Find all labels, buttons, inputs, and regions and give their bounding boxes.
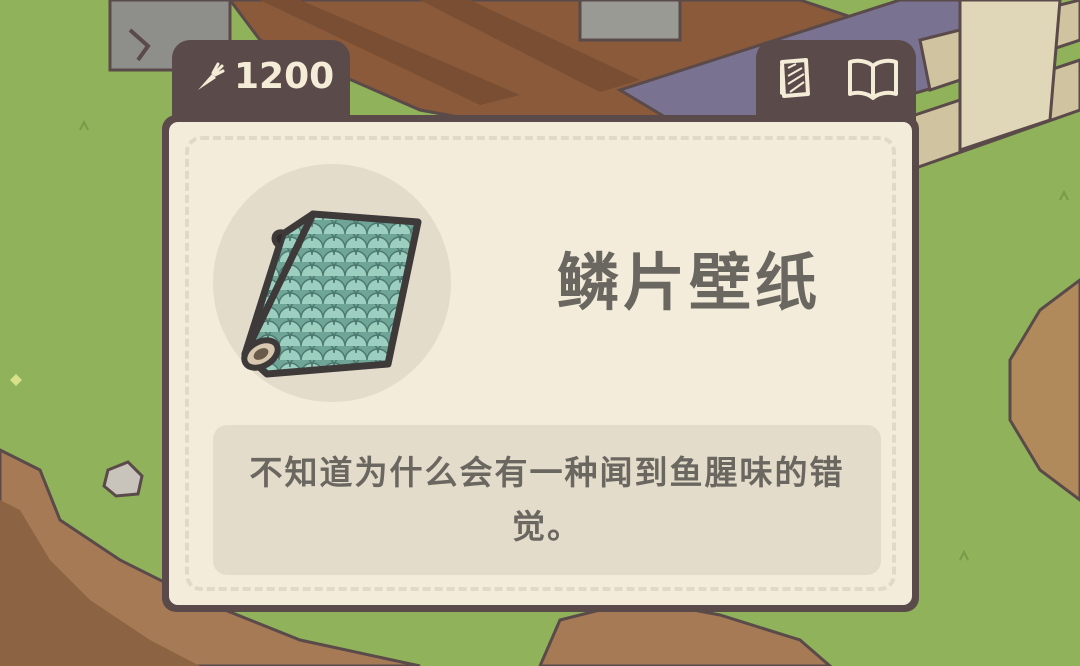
- open-book-icon[interactable]: [846, 54, 900, 102]
- description-box: 不知道为什么会有一种闻到鱼腥味的错觉。: [213, 425, 881, 575]
- item-info-card: 鳞片壁纸 不知道为什么会有一种闻到鱼腥味的错觉。: [162, 115, 919, 612]
- item-name: 鳞片壁纸: [556, 246, 821, 319]
- action-tab: [756, 40, 916, 126]
- card-body: 鳞片壁纸 不知道为什么会有一种闻到鱼腥味的错觉。: [169, 122, 912, 605]
- wallpaper-preview-icon[interactable]: [774, 54, 818, 102]
- carrot-icon: [198, 62, 225, 90]
- item-image: [213, 164, 451, 402]
- item-price: 1200: [234, 56, 335, 97]
- item-description: 不知道为什么会有一种闻到鱼腥味的错觉。: [249, 453, 845, 546]
- price-tag: 1200: [172, 40, 350, 126]
- wallpaper-roll-icon: [241, 210, 422, 378]
